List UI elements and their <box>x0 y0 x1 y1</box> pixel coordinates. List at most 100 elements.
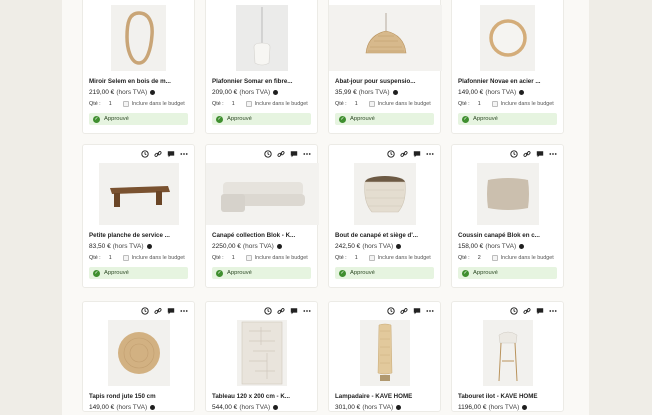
info-icon[interactable] <box>276 244 282 249</box>
product-title[interactable]: Tableau 120 x 200 cm - K... <box>206 386 317 400</box>
more-icon[interactable] <box>180 307 188 315</box>
product-title[interactable]: Miroir Selem en bois de m... <box>83 71 194 85</box>
comment-icon[interactable] <box>167 150 175 158</box>
qty-value[interactable]: 1 <box>232 101 246 107</box>
qty-value[interactable]: 1 <box>232 255 246 261</box>
product-card[interactable]: Miroir Selem en bois de m... 219,00 € (ho… <box>82 0 195 134</box>
comment-icon[interactable] <box>413 150 421 158</box>
status-badge[interactable]: ✓ Approuvé <box>335 267 434 279</box>
status-badge[interactable]: ✓ Approuvé <box>89 267 188 279</box>
product-image[interactable] <box>476 163 539 225</box>
product-image[interactable] <box>353 163 416 225</box>
clock-icon[interactable] <box>510 150 518 158</box>
link-icon[interactable] <box>400 307 408 315</box>
qty-value[interactable]: 2 <box>478 255 492 261</box>
qty-value[interactable]: 1 <box>355 255 369 261</box>
link-icon[interactable] <box>277 307 285 315</box>
product-title[interactable]: Lampadaire - KAVE HOME <box>329 386 440 400</box>
info-icon[interactable] <box>519 244 525 249</box>
product-title[interactable]: Tabouret ilot - KAVE HOME <box>452 386 563 400</box>
link-icon[interactable] <box>154 307 162 315</box>
budget-checkbox[interactable] <box>491 101 498 107</box>
link-icon[interactable] <box>277 150 285 158</box>
comment-icon[interactable] <box>290 307 298 315</box>
more-icon[interactable] <box>180 150 188 158</box>
budget-checkbox[interactable] <box>122 255 129 261</box>
product-card[interactable]: Canapé collection Blok - K... 2250,00 €(… <box>205 144 319 288</box>
comment-icon[interactable] <box>290 150 298 158</box>
product-image[interactable] <box>482 320 533 386</box>
status-badge[interactable]: ✓ Approuvé <box>335 113 434 125</box>
product-title[interactable]: Coussin canapé Blok en c... <box>452 225 563 239</box>
more-icon[interactable] <box>426 150 434 158</box>
comment-icon[interactable] <box>536 307 544 315</box>
more-icon[interactable] <box>426 307 434 315</box>
more-icon[interactable] <box>303 307 311 315</box>
product-title[interactable]: Bout de canapé et siège d'... <box>329 225 440 239</box>
product-card[interactable]: Tableau 120 x 200 cm - K... 544,00 € (hor… <box>205 301 318 412</box>
clock-icon[interactable] <box>387 307 395 315</box>
budget-checkbox[interactable] <box>368 255 375 261</box>
info-icon[interactable] <box>146 244 152 249</box>
qty-value[interactable]: 1 <box>478 101 492 107</box>
status-badge[interactable]: ✓ Approuvé <box>458 267 557 279</box>
product-card[interactable]: Coussin canapé Blok en c... 158,00 € (hor… <box>451 144 564 288</box>
product-image[interactable] <box>236 320 287 386</box>
clock-icon[interactable] <box>141 150 149 158</box>
status-badge[interactable]: ✓ Approuvé <box>89 113 188 125</box>
link-icon[interactable] <box>523 307 531 315</box>
product-card[interactable]: Abat-jour pour suspensio... 35,99 € (hors… <box>328 0 442 134</box>
status-badge[interactable]: ✓ Approuvé <box>212 267 311 279</box>
product-card[interactable]: Plafonnier Somar en fibre... 209,00 € (ho… <box>205 0 318 134</box>
budget-checkbox[interactable] <box>245 255 252 261</box>
product-title[interactable]: Tapis rond jute 150 cm <box>83 386 194 400</box>
product-title[interactable]: Canapé collection Blok - K... <box>206 225 317 239</box>
product-title[interactable]: Plafonnier Novae en acier ... <box>452 71 563 85</box>
clock-icon[interactable] <box>264 307 272 315</box>
product-card[interactable]: Plafonnier Novae en acier ... 149,00 € (h… <box>451 0 564 134</box>
product-image[interactable] <box>359 320 410 386</box>
link-icon[interactable] <box>400 150 408 158</box>
product-image[interactable] <box>329 5 442 71</box>
product-image[interactable] <box>111 5 166 71</box>
product-title[interactable]: Abat-jour pour suspensio... <box>329 71 440 85</box>
info-icon[interactable] <box>396 244 402 249</box>
info-icon[interactable] <box>392 90 398 95</box>
product-card[interactable]: Tabouret ilot - KAVE HOME 1196,00 € (hors… <box>451 301 564 412</box>
clock-icon[interactable] <box>510 307 518 315</box>
info-icon[interactable] <box>273 90 279 95</box>
product-title[interactable]: Plafonnier Somar en fibre... <box>206 71 317 85</box>
product-image[interactable] <box>107 320 170 386</box>
more-icon[interactable] <box>549 307 557 315</box>
more-icon[interactable] <box>303 150 311 158</box>
product-card[interactable]: Lampadaire - KAVE HOME 301,00 € (hors TVA… <box>328 301 441 412</box>
product-image[interactable] <box>98 163 179 225</box>
clock-icon[interactable] <box>387 150 395 158</box>
qty-value[interactable]: 1 <box>109 255 123 261</box>
clock-icon[interactable] <box>141 307 149 315</box>
more-icon[interactable] <box>549 150 557 158</box>
info-icon[interactable] <box>150 90 156 95</box>
product-title[interactable]: Petite planche de service ... <box>83 225 194 239</box>
budget-checkbox[interactable] <box>368 101 375 107</box>
product-image[interactable] <box>480 5 535 71</box>
qty-value[interactable]: 1 <box>355 101 369 107</box>
info-icon[interactable] <box>273 405 279 410</box>
status-badge[interactable]: ✓ Approuvé <box>212 113 311 125</box>
product-card[interactable]: Bout de canapé et siège d'... 242,50 € (h… <box>328 144 441 288</box>
product-card[interactable]: Tapis rond jute 150 cm 149,00 € (hors TVA… <box>82 301 195 412</box>
budget-checkbox[interactable] <box>245 101 252 107</box>
info-icon[interactable] <box>522 405 528 410</box>
product-card[interactable]: Petite planche de service ... 83,50 € (ho… <box>82 144 195 288</box>
link-icon[interactable] <box>523 150 531 158</box>
product-image[interactable] <box>206 163 319 225</box>
qty-value[interactable]: 1 <box>109 101 123 107</box>
clock-icon[interactable] <box>264 150 272 158</box>
info-icon[interactable] <box>396 405 402 410</box>
info-icon[interactable] <box>150 405 156 410</box>
link-icon[interactable] <box>154 150 162 158</box>
info-icon[interactable] <box>519 90 525 95</box>
status-badge[interactable]: ✓ Approuvé <box>458 113 557 125</box>
budget-checkbox[interactable] <box>122 101 129 107</box>
comment-icon[interactable] <box>536 150 544 158</box>
